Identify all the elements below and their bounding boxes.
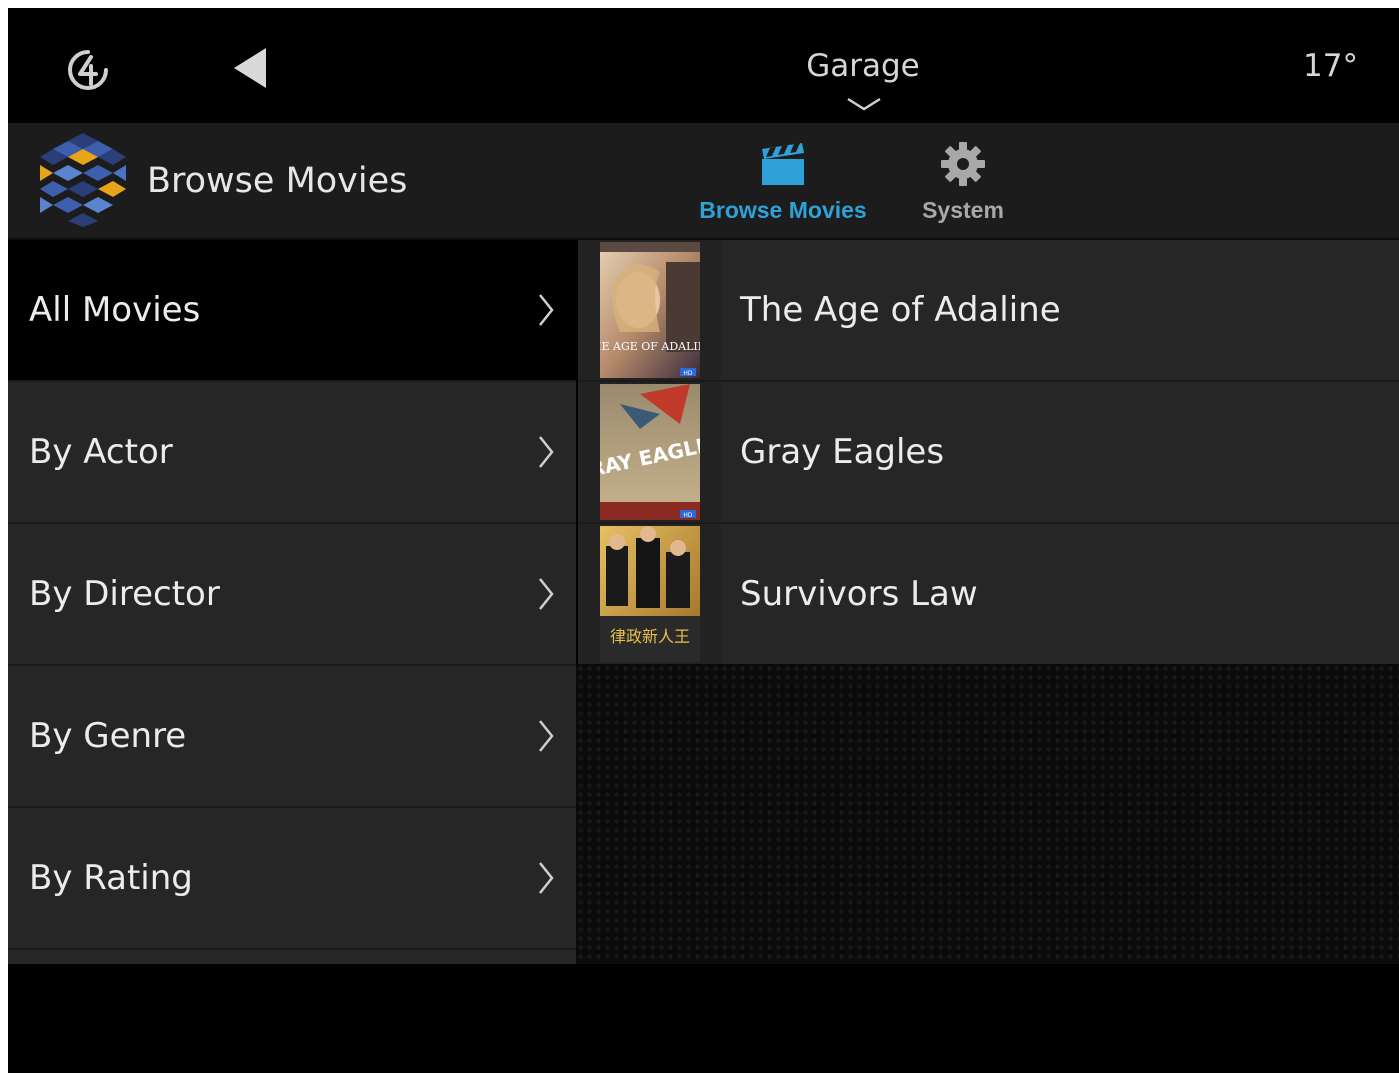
movie-row[interactable]: THE AGE OF ADALINE HD The Age of Adaline bbox=[578, 240, 1399, 382]
control4-logo-icon[interactable] bbox=[64, 46, 112, 94]
poster-cell: THE AGE OF ADALINE HD bbox=[578, 240, 721, 380]
back-arrow-icon[interactable] bbox=[230, 46, 270, 90]
temperature-readout: 17° bbox=[1303, 48, 1358, 84]
top-status-bar: Garage 17° bbox=[8, 8, 1399, 123]
movie-title: Survivors Law bbox=[740, 574, 978, 614]
chevron-right-icon bbox=[539, 862, 554, 894]
menu-item-label: By Actor bbox=[29, 432, 173, 472]
empty-list-area bbox=[576, 664, 1399, 964]
clapperboard-icon bbox=[762, 143, 804, 185]
movie-poster: 律政新人王 bbox=[600, 526, 700, 662]
movie-list: THE AGE OF ADALINE HD The Age of Adaline bbox=[578, 240, 1399, 666]
hd-badge: HD bbox=[683, 370, 693, 377]
movies-app-logo-icon bbox=[40, 133, 126, 227]
chevron-right-icon bbox=[539, 720, 554, 752]
menu-item-label: All Movies bbox=[29, 290, 201, 330]
movie-poster: GRAY EAGLES HD bbox=[600, 384, 700, 520]
menu-item-all-movies[interactable]: All Movies bbox=[8, 240, 576, 382]
bottom-area bbox=[8, 964, 1399, 1073]
menu-item-label: By Director bbox=[29, 574, 220, 614]
room-selector[interactable]: Garage bbox=[708, 48, 1018, 84]
touchscreen: Garage 17° Browse Movies Browse Movies S… bbox=[8, 8, 1399, 1073]
movie-poster: THE AGE OF ADALINE HD bbox=[600, 242, 700, 378]
menu-item-by-rating[interactable]: By Rating bbox=[8, 808, 576, 950]
poster-cell: GRAY EAGLES HD bbox=[578, 382, 721, 522]
page-title: Browse Movies bbox=[147, 161, 408, 201]
movie-row[interactable]: 律政新人王 Survivors Law bbox=[578, 524, 1399, 666]
poster-cell: 律政新人王 bbox=[578, 524, 721, 664]
app-header: Browse Movies Browse Movies System bbox=[8, 123, 1399, 238]
menu-item-by-director[interactable]: By Director bbox=[8, 524, 576, 666]
chevron-right-icon bbox=[539, 294, 554, 326]
movie-title: The Age of Adaline bbox=[740, 290, 1061, 330]
browse-menu: All Movies By Actor By Director By Genre… bbox=[8, 240, 576, 964]
gear-icon bbox=[941, 142, 985, 186]
menu-item-label: By Genre bbox=[29, 716, 187, 756]
chevron-down-icon[interactable] bbox=[846, 96, 882, 112]
chevron-right-icon bbox=[539, 436, 554, 468]
poster-text: THE AGE OF ADALINE bbox=[600, 340, 700, 353]
tab-browse-movies[interactable]: Browse Movies bbox=[688, 141, 878, 233]
tab-label: System bbox=[922, 197, 1004, 223]
movie-row[interactable]: GRAY EAGLES HD Gray Eagles bbox=[578, 382, 1399, 524]
tab-label: Browse Movies bbox=[699, 197, 867, 223]
hd-badge: HD bbox=[683, 512, 693, 519]
menu-item-label: By Rating bbox=[29, 858, 193, 898]
menu-item-by-genre[interactable]: By Genre bbox=[8, 666, 576, 808]
tab-system[interactable]: System bbox=[908, 141, 1018, 233]
menu-item-by-actor[interactable]: By Actor bbox=[8, 382, 576, 524]
poster-text: 律政新人王 bbox=[610, 627, 690, 646]
chevron-right-icon bbox=[539, 578, 554, 610]
movie-title: Gray Eagles bbox=[740, 432, 945, 472]
